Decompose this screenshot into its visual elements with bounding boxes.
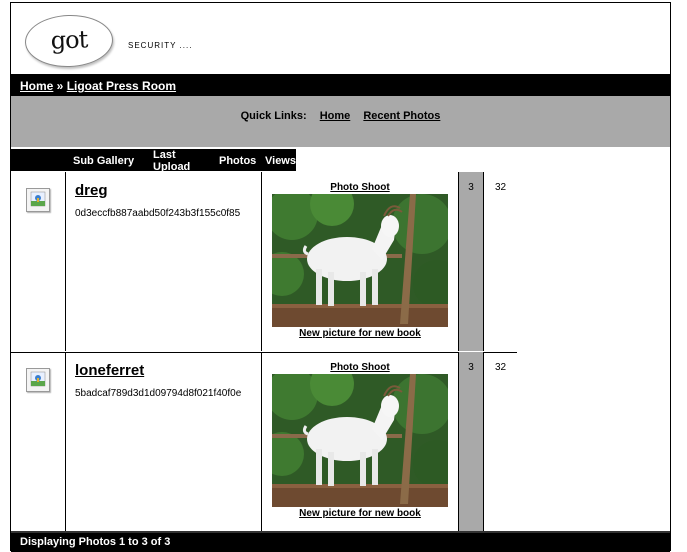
pagination-status: Displaying Photos 1 to 3 of 3 (11, 531, 670, 552)
last-upload-cell: Photo Shoot New picture for new book (260, 172, 461, 351)
table-header: Sub Gallery Last Upload Photos Views (11, 149, 296, 171)
row-icon-cell (11, 352, 66, 531)
page-frame: got goat? SECURITY .... Home » Ligoat Pr… (10, 2, 671, 552)
column-last-upload: Last Upload (153, 149, 191, 171)
row-icon-cell (11, 172, 66, 351)
column-views: Views (265, 155, 296, 167)
photo-caption-link[interactable]: New picture for new book (262, 508, 458, 519)
table-row: loneferret 5badcaf789d3d1d09794d8f021f40… (11, 352, 517, 531)
quick-link-recent-photos[interactable]: Recent Photos (363, 110, 440, 122)
row-info-cell: dreg 0d3eccfb887aabd50f243b3f155c0f85 (66, 172, 262, 351)
sub-gallery-hash: 0d3eccfb887aabd50f243b3f155c0f85 (75, 208, 241, 219)
views-count-cell: 32 (494, 182, 507, 193)
sub-gallery-link[interactable]: dreg (75, 182, 108, 199)
breadcrumb-separator: » (53, 79, 67, 93)
quick-links-label: Quick Links: (240, 110, 307, 122)
column-photos: Photos (219, 155, 257, 167)
column-sub-gallery: Sub Gallery (73, 155, 135, 167)
photos-count-cell: 3 (458, 352, 484, 531)
last-upload-cell: Photo Shoot New picture for new book (260, 352, 461, 531)
goat-photo[interactable] (260, 362, 461, 507)
views-count-cell: 32 (494, 362, 507, 373)
sub-gallery-hash: 5badcaf789d3d1d09794d8f021f40f0e (75, 388, 242, 399)
site-tagline: SECURITY .... (128, 41, 193, 50)
goat-photo[interactable] (260, 182, 461, 327)
table-row: dreg 0d3eccfb887aabd50f243b3f155c0f85 Ph… (11, 172, 517, 351)
quick-link-home[interactable]: Home (320, 110, 351, 122)
sub-gallery-link[interactable]: loneferret (75, 362, 144, 379)
photo-title-link[interactable]: Photo Shoot (262, 362, 458, 373)
photo-caption-link[interactable]: New picture for new book (262, 328, 458, 339)
photos-count-cell: 3 (458, 172, 484, 351)
row-info-cell: loneferret 5badcaf789d3d1d09794d8f021f40… (66, 352, 262, 531)
breadcrumb-current-link[interactable]: Ligoat Press Room (67, 79, 176, 93)
quick-links-bar: Quick Links: Home Recent Photos (11, 96, 670, 147)
breadcrumb-home-link[interactable]: Home (20, 79, 53, 93)
breadcrumb: Home » Ligoat Press Room (11, 76, 670, 96)
gallery-image-icon[interactable] (26, 368, 50, 392)
site-logo[interactable]: got goat? (24, 13, 114, 103)
photo-title-link[interactable]: Photo Shoot (262, 182, 458, 193)
gallery-image-icon[interactable] (26, 188, 50, 212)
